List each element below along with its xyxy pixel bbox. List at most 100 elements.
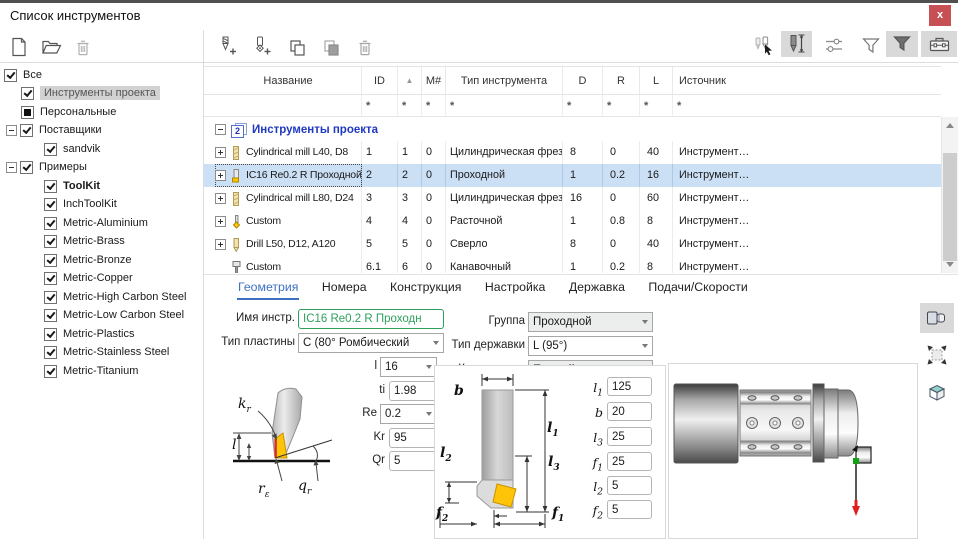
tool-dimensions-button[interactable] <box>781 31 812 57</box>
tree-item-metric-copper[interactable]: Metric-Copper <box>0 269 133 287</box>
tree-item-metric-low-carbon-steel[interactable]: Metric-Low Carbon Steel <box>0 306 184 324</box>
holder-param-l2-field[interactable]: 5 <box>607 476 652 495</box>
checkbox-checked-icon[interactable] <box>44 328 57 341</box>
duplicate-tool-button[interactable] <box>318 35 344 61</box>
column-header-m[interactable]: M# <box>422 67 446 94</box>
checkbox-checked-icon[interactable] <box>44 235 57 248</box>
filter-cell-type[interactable]: * <box>446 95 563 116</box>
holder-param-f2-field[interactable]: 5 <box>607 500 652 519</box>
tab-setup[interactable]: Настройка <box>484 278 547 298</box>
checkbox-checked-icon[interactable] <box>44 309 57 322</box>
tree-item-metric-stainless-steel[interactable]: Metric-Stainless Steel <box>0 343 169 361</box>
tree-item-project-tools[interactable]: Инструменты проекта <box>0 84 160 102</box>
tree-item-metric-high-carbon-steel[interactable]: Metric-High Carbon Steel <box>0 288 187 306</box>
checkbox-partial-icon[interactable] <box>21 106 34 119</box>
tool-name-field[interactable]: IC16 Re0.2 R Проходн <box>298 309 444 329</box>
holder-param-l3-field[interactable]: 25 <box>607 427 652 446</box>
param-qr-field[interactable]: 5 <box>389 451 438 471</box>
tree-item-metric-plastics[interactable]: Metric-Plastics <box>0 325 135 343</box>
tree-item-inchtoolkit[interactable]: InchToolKit <box>0 195 117 213</box>
copy-tool-button[interactable] <box>284 35 310 61</box>
checkbox-checked-icon[interactable] <box>44 198 57 211</box>
tool-crib-button[interactable] <box>921 31 957 57</box>
holder-param-f1-field[interactable]: 25 <box>607 452 652 471</box>
checkbox-checked-icon[interactable] <box>20 124 33 137</box>
tab-feeds-speeds[interactable]: Подачи/Скорости <box>647 278 748 298</box>
tab-holder[interactable]: Державка <box>568 278 626 298</box>
tree-item-all[interactable]: Все <box>0 66 42 84</box>
checkbox-checked-icon[interactable] <box>44 291 57 304</box>
tree-item-metric-titanium[interactable]: Metric-Titanium <box>0 362 138 380</box>
expand-icon[interactable] <box>215 216 226 227</box>
column-header-l[interactable]: L <box>640 67 673 94</box>
table-row[interactable]: Custom 6.1 6 0 Канавочный 1 0.2 8 Инстру… <box>204 256 941 273</box>
column-header-sort[interactable]: ▲ <box>398 67 422 94</box>
tree-item-suppliers[interactable]: Поставщики <box>0 121 102 139</box>
checkbox-checked-icon[interactable] <box>44 365 57 378</box>
collapse-icon[interactable] <box>215 124 226 135</box>
view-options-button[interactable] <box>821 33 847 59</box>
param-ti-field[interactable]: 1.98 <box>389 381 438 401</box>
insert-type-select[interactable]: C (80° Ромбический <box>298 333 444 353</box>
checkbox-checked-icon[interactable] <box>20 161 33 174</box>
checkbox-checked-icon[interactable] <box>44 272 57 285</box>
add-milling-tool-button[interactable] <box>214 33 240 59</box>
expand-icon[interactable] <box>215 193 226 204</box>
pick-tool-button[interactable] <box>751 33 777 59</box>
scroll-up-icon[interactable] <box>946 123 954 128</box>
column-header-r[interactable]: R <box>603 67 640 94</box>
column-header-source[interactable]: Источник <box>673 67 941 94</box>
scroll-down-icon[interactable] <box>946 262 954 267</box>
checkbox-checked-icon[interactable] <box>21 87 34 100</box>
collapse-icon[interactable] <box>6 125 17 136</box>
filter-cell-l[interactable]: * <box>640 95 673 116</box>
table-row[interactable]: Cylindrical mill L40, D8 1 1 0 Цилиндрич… <box>204 141 941 164</box>
group-row-project-tools[interactable]: 2 Инструменты проекта <box>204 118 941 141</box>
tree-item-sandvik[interactable]: sandvik <box>0 140 100 158</box>
filter-cell-d[interactable]: * <box>563 95 603 116</box>
param-re-select[interactable]: 0.2 <box>380 404 437 424</box>
expand-icon[interactable] <box>215 147 226 158</box>
filter-cell-name[interactable] <box>215 95 362 116</box>
add-turning-tool-button[interactable] <box>248 33 274 59</box>
filter-active-button[interactable] <box>886 31 918 57</box>
table-row[interactable]: Drill L50, D12, A120 5 5 0 Сверло 8 0 40… <box>204 233 941 256</box>
tool-3d-view-button[interactable] <box>920 303 954 333</box>
holder-param-l1-field[interactable]: 125 <box>607 377 652 396</box>
column-header-d[interactable]: D <box>563 67 603 94</box>
checkbox-checked-icon[interactable] <box>44 180 57 193</box>
tree-item-examples[interactable]: Примеры <box>0 158 87 176</box>
delete-tool-file-button[interactable] <box>70 34 96 60</box>
view-cube-button[interactable] <box>920 377 954 407</box>
filter-cell-id[interactable]: * <box>362 95 398 116</box>
filter-cell-source[interactable]: * <box>673 95 941 116</box>
tab-construction[interactable]: Конструкция <box>389 278 462 298</box>
checkbox-checked-icon[interactable] <box>44 143 57 156</box>
checkbox-checked-icon[interactable] <box>4 69 17 82</box>
column-header-name[interactable]: Название <box>215 67 362 94</box>
column-header-id[interactable]: ID <box>362 67 398 94</box>
expand-icon[interactable] <box>215 170 226 181</box>
table-row[interactable]: Cylindrical mill L80, D24 3 3 0 Цилиндри… <box>204 187 941 210</box>
tree-item-personal[interactable]: Персональные <box>0 103 116 121</box>
tree-item-metric-brass[interactable]: Metric-Brass <box>0 232 125 250</box>
collapse-icon[interactable] <box>6 162 17 173</box>
close-button[interactable]: x <box>929 5 951 26</box>
table-scrollbar[interactable] <box>941 117 958 273</box>
column-header-type[interactable]: Тип инструмента <box>446 67 563 94</box>
filter-cell-m[interactable]: * <box>422 95 446 116</box>
tab-numbers[interactable]: Номера <box>321 278 368 298</box>
holder-param-b-field[interactable]: 20 <box>607 402 652 421</box>
tree-item-metric-aluminium[interactable]: Metric-Aluminium <box>0 214 148 232</box>
expand-icon[interactable] <box>215 239 226 250</box>
table-row[interactable]: Custom 4 4 0 Расточной 1 0.8 8 Инструмен… <box>204 210 941 233</box>
group-select[interactable]: Проходной <box>528 312 653 332</box>
param-l-select[interactable]: 16 <box>380 357 437 377</box>
checkbox-checked-icon[interactable] <box>44 254 57 267</box>
table-row-selected[interactable]: IC16 Re0.2 R Проходной tool 2 2 0 Проход… <box>204 164 941 187</box>
open-tool-file-button[interactable] <box>38 34 64 60</box>
filter-cell-sort[interactable]: * <box>398 95 422 116</box>
scrollbar-thumb[interactable] <box>943 153 957 261</box>
delete-tool-button[interactable] <box>352 34 378 60</box>
checkbox-checked-icon[interactable] <box>44 346 57 359</box>
